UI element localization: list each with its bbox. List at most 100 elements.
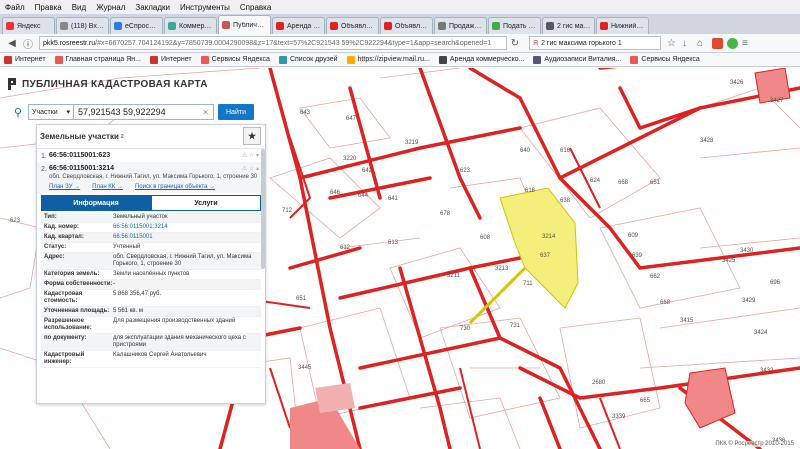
parcel-number-label: 637	[540, 253, 551, 259]
property-value: Земли населённых пунктов	[113, 271, 190, 277]
bookmark-item[interactable]: Сервисы Яндекса	[200, 55, 270, 64]
parcel-number-label: 3339	[612, 414, 626, 420]
property-value[interactable]: 66:56:0115001:3214	[113, 224, 261, 231]
tab-favicon-icon	[384, 22, 392, 30]
bookmark-icon	[630, 55, 639, 64]
parcel-number-label: 3426	[730, 80, 744, 86]
search-kind-value: Участки	[32, 108, 58, 116]
parcel-number-label: 731	[510, 323, 521, 329]
browser-tab[interactable]: Объявлен...	[380, 17, 433, 34]
bookmark-item[interactable]: Аренда коммерческо...	[438, 55, 524, 64]
addon-icon-2[interactable]	[727, 37, 738, 49]
parcel-number-label: 644	[358, 193, 369, 199]
browser-tab[interactable]: Нижний Т...	[596, 17, 649, 34]
star-bookmark-icon[interactable]: ☆	[667, 38, 678, 49]
bookmark-item[interactable]: Сервисы Яндекса	[630, 55, 700, 64]
parcel-number-label: 2680	[592, 380, 606, 386]
tab-label: eСпросу ...	[125, 22, 159, 30]
site-info-icon[interactable]: ⓘ	[20, 36, 36, 51]
plan-zu-link[interactable]: План ЗУ →	[49, 184, 80, 190]
find-button[interactable]: Найти	[218, 104, 254, 120]
bookmark-item[interactable]: Интернет	[150, 55, 192, 64]
browser-tab[interactable]: Аренда то...	[272, 17, 325, 34]
panel-scrollbar[interactable]	[261, 149, 265, 269]
browser-tab[interactable]: Продажа з...	[434, 17, 487, 34]
tab-label: Объявлен...	[395, 22, 429, 30]
parcel-number-label: 662	[650, 274, 661, 280]
result-item-1[interactable]: 1. 66:56:0115001:623 ⚠ ☆ ▾	[37, 149, 265, 162]
search-icon[interactable]: ⚲	[8, 102, 28, 122]
browser-tab[interactable]: (118) Входя...	[56, 17, 109, 34]
menu-item[interactable]: Правка	[30, 3, 67, 12]
search-kind-select[interactable]: Участки ▾	[28, 104, 74, 120]
browser-tab[interactable]: Яндекс	[2, 17, 55, 34]
reload-button[interactable]: ↻	[507, 36, 523, 51]
property-key: Уточненная площадь:	[44, 308, 110, 314]
home-icon[interactable]: ⌂	[697, 38, 708, 49]
parcel-number-label: 640	[520, 148, 531, 154]
property-key: Кадастровая стоимость:	[44, 291, 83, 304]
menu-item[interactable]: Закладки	[130, 3, 175, 12]
browser-tab[interactable]: eСпросу ...	[110, 17, 163, 34]
download-icon[interactable]: ↓	[682, 38, 693, 49]
panel-heading: Земельные участки 2 ★	[37, 125, 265, 149]
result-cad-number[interactable]: 66:56:0115001:623	[49, 152, 261, 159]
bookmark-label: Список друзей	[289, 56, 338, 63]
parcel-number-label: 3428	[700, 138, 714, 144]
coordinates-value: 57,921543 59,922294	[78, 107, 166, 117]
back-button[interactable]: ◀	[4, 36, 20, 51]
result-number: 1.	[41, 153, 47, 160]
menu-item[interactable]: Вид	[67, 3, 91, 12]
property-row: Кад. квартал: 66:56:0115001	[41, 233, 261, 243]
menu-item[interactable]: Справка	[235, 3, 276, 12]
browser-tab-active[interactable]: Публичная ...	[218, 15, 271, 34]
menu-item[interactable]: Инструменты	[175, 3, 235, 12]
bookmark-item[interactable]: Интернет	[4, 55, 46, 64]
result-controls-icon[interactable]: ⚠ ☆ ▾	[242, 152, 259, 159]
property-key: Кад. квартал:	[44, 234, 84, 240]
browser-tab[interactable]: Объявлен...	[326, 17, 379, 34]
property-key: Кад. номер:	[44, 224, 79, 230]
bookmark-item[interactable]: Список друзей	[278, 55, 338, 64]
bookmark-label: Интернет	[161, 56, 192, 63]
property-value: для эксплуатации здания механического це…	[113, 335, 246, 348]
search-in-bounds-link[interactable]: Поиск в границах объекта →	[135, 184, 215, 190]
browser-tab[interactable]: 2 гис макс...	[542, 17, 595, 34]
bookmark-item[interactable]: https://zipview.mail.ru...	[346, 55, 430, 64]
result-cad-number[interactable]: 66:56:0115001:3214	[49, 165, 261, 172]
tab-services[interactable]: Услуги	[151, 195, 261, 211]
parcel-number-label: 646	[330, 190, 341, 196]
bookmark-item[interactable]: Аудиозаписи Виталия...	[533, 55, 621, 64]
parcel-number-label: 3220	[343, 156, 357, 162]
menu-item[interactable]: Файл	[0, 3, 30, 12]
browser-tab[interactable]: Подать объ...	[488, 17, 541, 34]
parcel-number-label: 651	[650, 180, 661, 186]
tab-favicon-icon	[330, 22, 338, 30]
parcel-number-label: 668	[618, 180, 629, 186]
tab-information[interactable]: Информация	[41, 195, 151, 211]
coordinates-input[interactable]: 57,921543 59,922294 ✕	[74, 104, 214, 120]
parcel-number-label: 624	[590, 178, 601, 184]
browser-search-field[interactable]: Я 2 гис максима горького 1	[529, 36, 661, 50]
result-controls-icon[interactable]: ⚠ ☆ ▴	[242, 165, 259, 172]
parcel-number-label: 3415	[680, 318, 694, 324]
parcel-number-label: 613	[388, 240, 399, 246]
menu-item[interactable]: Журнал	[91, 3, 130, 12]
browser-tab[interactable]: Коммерче...	[164, 17, 217, 34]
bookmark-item[interactable]: Главная страница Ян...	[54, 55, 141, 64]
property-value: Калашников Сергей Анатольевич	[113, 352, 207, 358]
plan-kk-link[interactable]: План КК →	[92, 184, 123, 190]
bookmark-icon	[438, 55, 447, 64]
menu-icon[interactable]: ≡	[742, 38, 753, 49]
favorite-star-button[interactable]: ★	[243, 127, 261, 145]
property-row: Кад. номер: 66:56:0115001:3214	[41, 223, 261, 233]
address-bar[interactable]: pkk5.rosreestr.ru/#x=6670257.704124192&y…	[39, 36, 507, 50]
property-key: Форма собственности:	[44, 281, 113, 287]
property-value[interactable]: 66:56:0115001	[113, 234, 261, 241]
rosreestr-logo-icon	[8, 78, 16, 90]
addon-icon[interactable]	[712, 37, 723, 49]
result-item-2[interactable]: 2. 66:56:0115001:3214 обл. Свердловская,…	[37, 162, 265, 193]
panel-heading-text: Земельные участки	[40, 132, 119, 141]
parcel-number-label: 3219	[405, 140, 419, 146]
clear-icon[interactable]: ✕	[202, 108, 209, 117]
